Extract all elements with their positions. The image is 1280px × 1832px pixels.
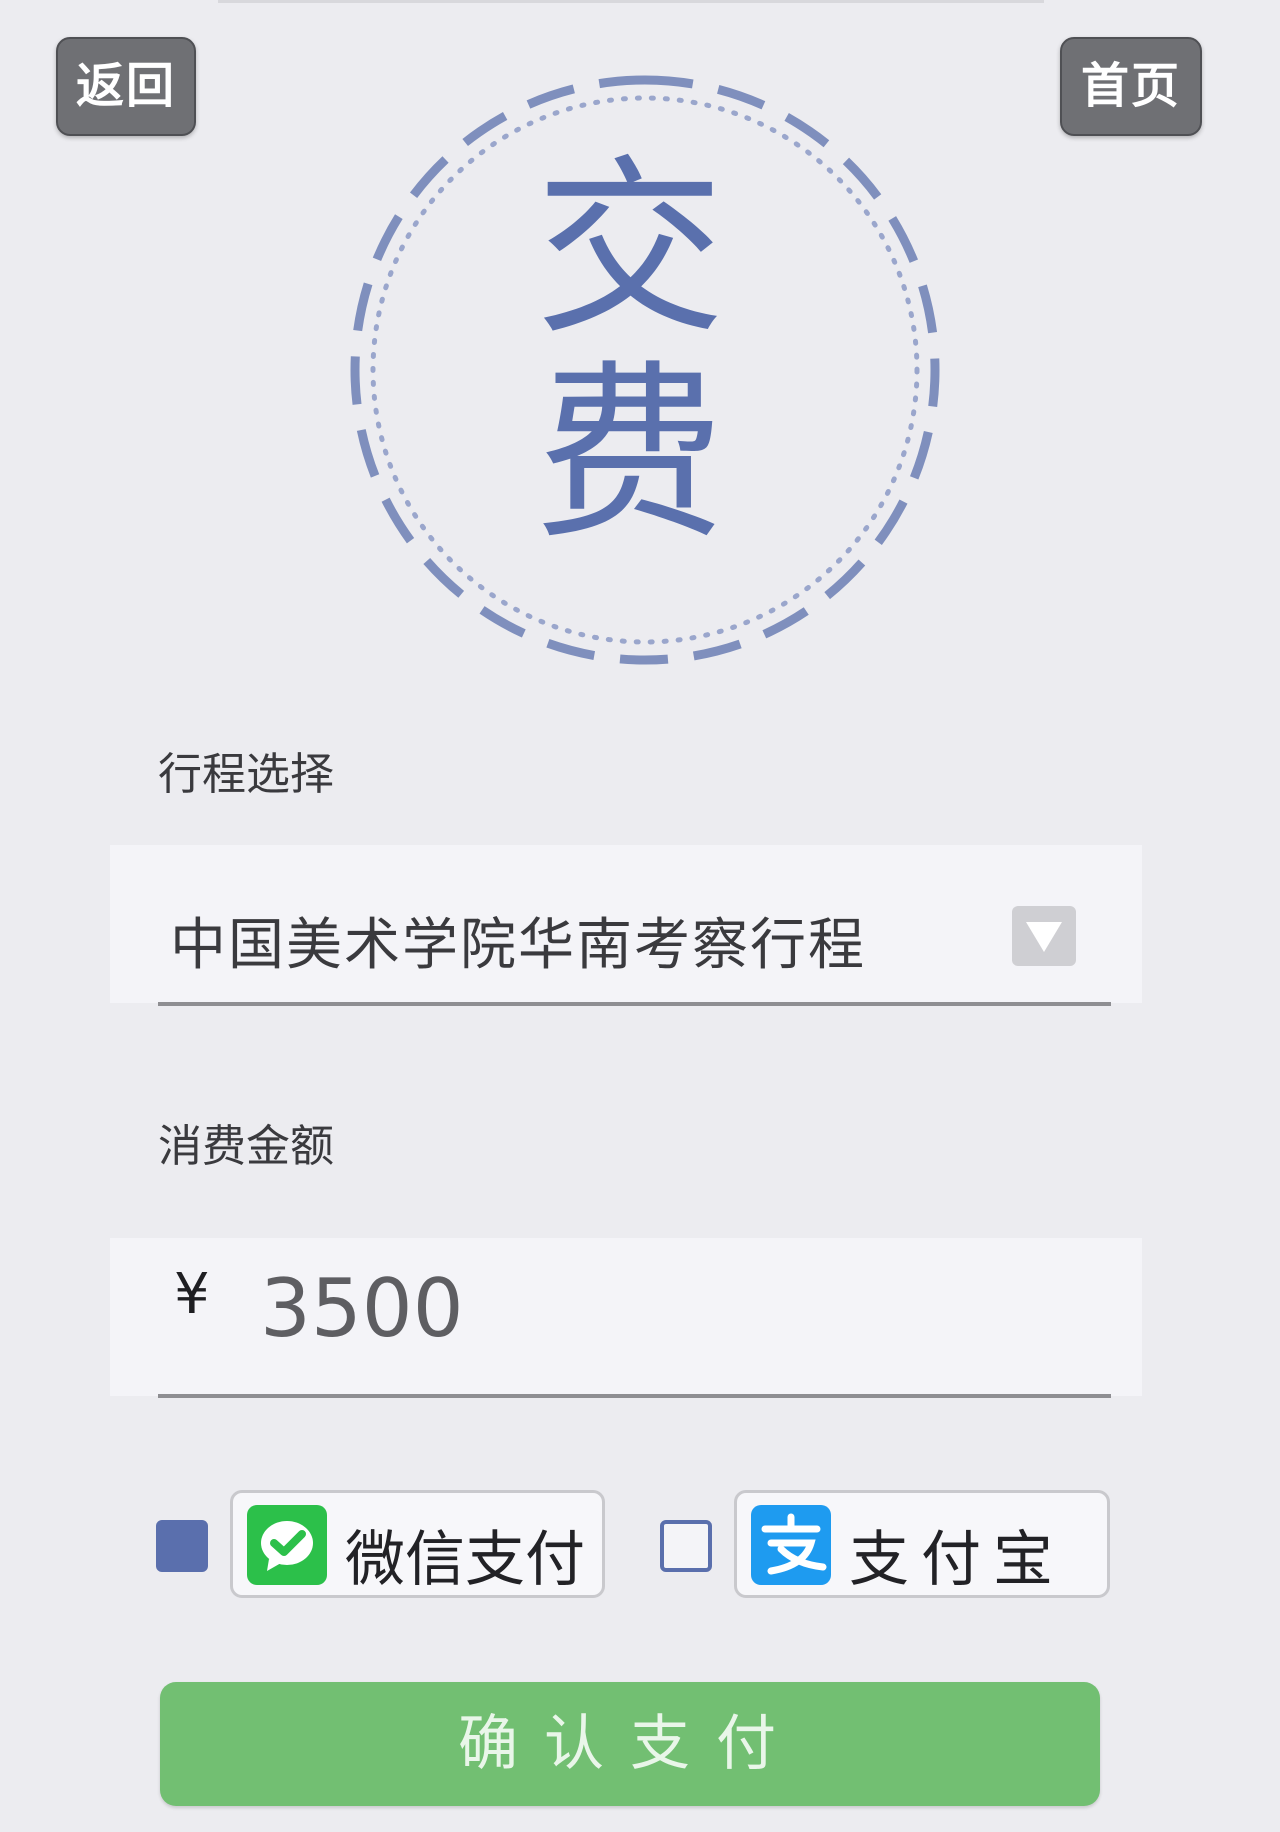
wechat-pay-label: 微信支付 — [345, 1525, 585, 1595]
amount-underline — [158, 1394, 1111, 1398]
wechat-logo-icon — [247, 1505, 327, 1585]
header-char-2: 费 — [534, 344, 725, 565]
currency-symbol: ¥ — [174, 1262, 210, 1327]
header-char-1: 交 — [534, 139, 725, 360]
trip-select-value[interactable]: 中国美术学院华南考察行程 — [170, 900, 866, 981]
home-button[interactable]: 首页 — [1060, 37, 1202, 136]
trip-underline — [158, 1002, 1111, 1006]
alipay-label: 支付宝 — [849, 1525, 1065, 1595]
alipay-option[interactable]: 支付宝 — [734, 1490, 1110, 1598]
top-divider — [218, 0, 1044, 3]
triangle-down-icon[interactable] — [1012, 906, 1076, 966]
back-button[interactable]: 返回 — [56, 37, 196, 136]
amount-input-value[interactable]: 3500 — [260, 1262, 464, 1355]
wechat-pay-option[interactable]: 微信支付 — [230, 1490, 605, 1598]
wechat-checkbox[interactable] — [156, 1520, 208, 1572]
amount-label: 消费金额 — [158, 1121, 334, 1172]
trip-label: 行程选择 — [158, 749, 334, 800]
confirm-pay-button[interactable]: 确认支付 — [160, 1682, 1100, 1806]
alipay-logo-icon — [751, 1505, 831, 1585]
alipay-checkbox[interactable] — [660, 1520, 712, 1572]
